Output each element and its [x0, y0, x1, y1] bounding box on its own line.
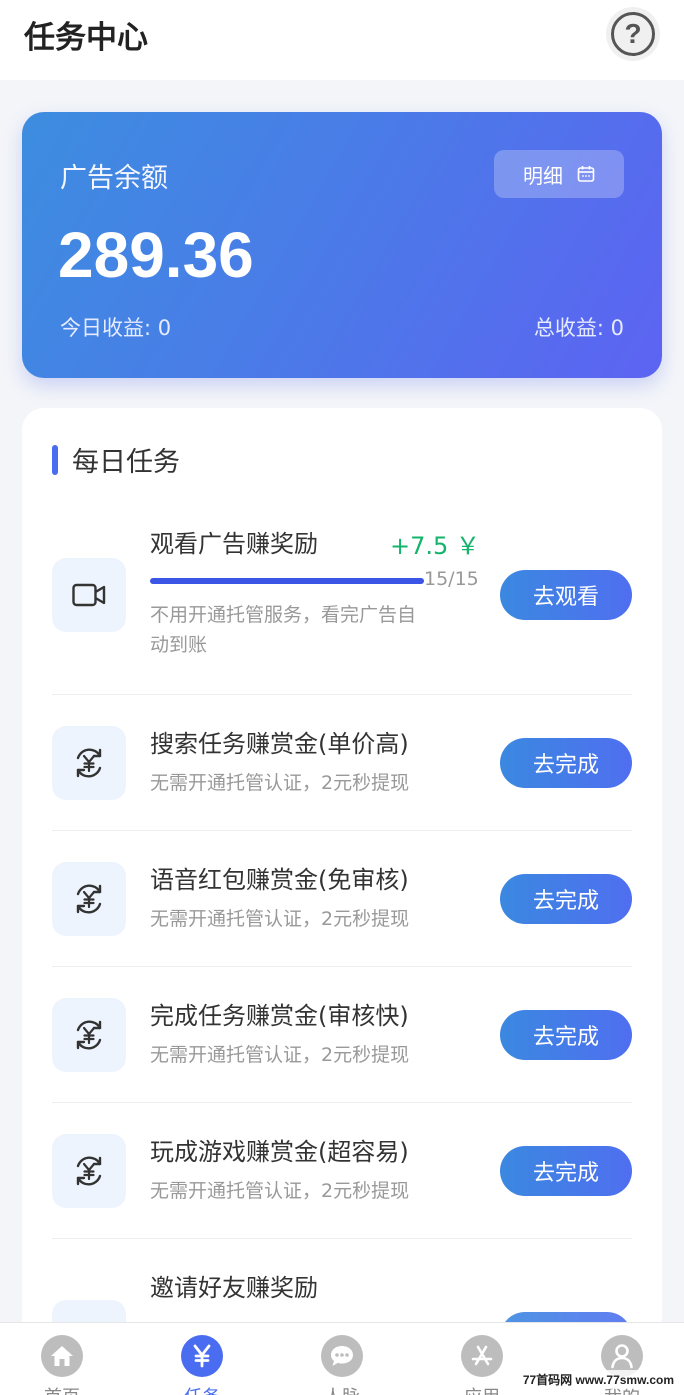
task-description: 无需开通托管认证，2元秒提现	[150, 1180, 410, 1202]
task-title: 观看广告赚奖励	[150, 530, 318, 558]
section-title: 每日任务	[72, 447, 180, 478]
divider	[52, 830, 632, 831]
task-item-watch-ad: 观看广告赚奖励 +7.5 ￥ 15/15 不用开通托管服务，看完广告自 动到账 …	[52, 520, 632, 670]
yuan-exchange-icon	[52, 862, 126, 936]
nav-label: 人脉	[287, 1383, 397, 1395]
chat-icon	[321, 1335, 363, 1377]
detail-button[interactable]: 明细	[494, 150, 624, 198]
task-title: 邀请好友赚奖励	[150, 1274, 318, 1302]
section-header: 每日任务	[52, 440, 180, 479]
today-income: 今日收益: 0	[60, 316, 172, 340]
balance-card: 广告余额 明细 289.36 今日收益: 0 总收益: 0	[22, 112, 662, 378]
daily-tasks-card: 每日任务 观看广告赚奖励 +7.5 ￥ 15/15 不用开通托管服务，看完广告自…	[22, 408, 662, 1374]
progress-fill	[150, 578, 424, 584]
balance-label: 广告余额	[60, 163, 168, 194]
section-accent-bar	[52, 444, 58, 475]
yuan-exchange-icon	[52, 998, 126, 1072]
task-title: 完成任务赚赏金(审核快)	[150, 1002, 409, 1030]
task-description: 无需开通托管认证，2元秒提现	[150, 1044, 410, 1066]
question-circle-icon: ?	[611, 12, 655, 56]
nav-item-tasks[interactable]: 任务	[147, 1323, 257, 1395]
yuan-icon	[181, 1335, 223, 1377]
task-title: 搜索任务赚赏金(单价高)	[150, 730, 409, 758]
nav-label: 任务	[147, 1383, 257, 1395]
progress-text: 15/15	[424, 568, 479, 590]
task-item-search: 搜索任务赚赏金(单价高) 无需开通托管认证，2元秒提现 去完成	[52, 724, 632, 804]
task-item-complete: 完成任务赚赏金(审核快) 无需开通托管认证，2元秒提现 去完成	[52, 996, 632, 1076]
divider	[52, 1102, 632, 1103]
app-store-icon	[461, 1335, 503, 1377]
video-camera-icon	[52, 558, 126, 632]
complete-button[interactable]: 去完成	[500, 738, 632, 788]
watermark: 77首码网 www.77smw.com	[518, 1370, 678, 1389]
divider	[52, 966, 632, 967]
task-description: 不用开通托管服务，看完广告自	[150, 604, 417, 626]
top-bar: 任务中心 ?	[0, 0, 684, 80]
task-description: 无需开通托管认证，2元秒提现	[150, 772, 410, 794]
nav-item-contacts[interactable]: 人脉	[287, 1323, 397, 1395]
task-description-line2: 动到账	[150, 634, 208, 656]
detail-label: 明细	[523, 163, 563, 188]
task-description: 无需开通托管认证，2元秒提现	[150, 908, 410, 930]
reward-amount: +7.5 ￥	[390, 532, 480, 560]
divider	[52, 694, 632, 695]
complete-button[interactable]: 去完成	[500, 1010, 632, 1060]
divider	[52, 1238, 632, 1239]
progress-bar	[150, 578, 424, 584]
complete-button[interactable]: 去完成	[500, 1146, 632, 1196]
task-item-game: 玩成游戏赚赏金(超容易) 无需开通托管认证，2元秒提现 去完成	[52, 1132, 632, 1212]
calendar-icon	[577, 166, 595, 182]
yuan-exchange-icon	[52, 726, 126, 800]
complete-button[interactable]: 去完成	[500, 874, 632, 924]
nav-item-home[interactable]: 首页	[7, 1323, 117, 1395]
task-title: 语音红包赚赏金(免审核)	[150, 866, 409, 894]
nav-label: 首页	[7, 1383, 117, 1395]
total-income: 总收益: 0	[533, 316, 624, 340]
yuan-exchange-icon	[52, 1134, 126, 1208]
task-title: 玩成游戏赚赏金(超容易)	[150, 1138, 409, 1166]
help-button[interactable]: ?	[606, 7, 660, 61]
home-icon	[41, 1335, 83, 1377]
task-item-voice: 语音红包赚赏金(免审核) 无需开通托管认证，2元秒提现 去完成	[52, 860, 632, 940]
watch-button[interactable]: 去观看	[500, 570, 632, 620]
balance-amount: 289.36	[58, 219, 254, 291]
page-title: 任务中心	[24, 20, 148, 56]
